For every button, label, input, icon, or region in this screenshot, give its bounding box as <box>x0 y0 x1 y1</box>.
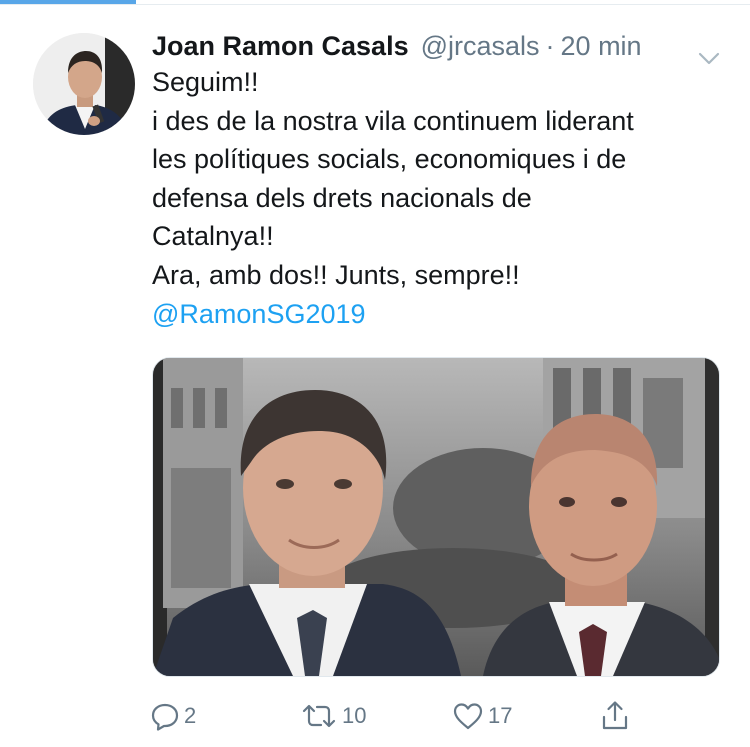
heart-icon <box>452 701 484 731</box>
author-handle[interactable]: @jrcasals <box>421 26 540 66</box>
like-button[interactable]: 17 <box>452 698 512 734</box>
tweet-text-line: les polítiques socials, economiques i de <box>152 144 627 175</box>
author-name[interactable]: Joan Ramon Casals <box>152 26 409 66</box>
tweet-text-line: Seguim!! <box>152 67 259 97</box>
top-divider <box>0 4 750 5</box>
share-button[interactable] <box>600 698 630 734</box>
tweet-header: Joan Ramon Casals @jrcasals · 20 min <box>152 26 720 66</box>
header-separator: · <box>545 31 555 61</box>
tweet-text-line: Catalnya!! <box>152 221 274 252</box>
tweet-text-line: defensa dels drets nacionals de <box>152 182 532 213</box>
avatar-photo <box>33 33 135 135</box>
tweet-photo[interactable] <box>152 357 720 677</box>
chevron-down-icon[interactable] <box>698 38 720 65</box>
retweet-icon <box>300 701 338 731</box>
share-icon <box>600 700 630 732</box>
reply-count: 2 <box>184 703 197 728</box>
tweet-text-line: i des de la nostra vila continuem lidera… <box>152 105 634 136</box>
tweet-timestamp[interactable]: 20 min <box>561 26 642 66</box>
reply-icon <box>150 701 180 731</box>
tweet-text: Seguim!! i des de la nostra vila continu… <box>152 63 722 333</box>
reply-button[interactable]: 2 <box>150 698 196 734</box>
retweet-button[interactable]: 10 <box>300 698 366 734</box>
photo-image <box>153 358 719 676</box>
mention-link[interactable]: @RamonSG2019 <box>152 295 722 334</box>
like-count: 17 <box>488 703 513 728</box>
tweet-text-line: Ara, amb dos!! Junts, sempre!! <box>152 259 520 290</box>
tweet-actions: 2 10 17 <box>150 698 650 734</box>
avatar[interactable] <box>33 33 135 135</box>
retweet-count: 10 <box>342 703 367 728</box>
